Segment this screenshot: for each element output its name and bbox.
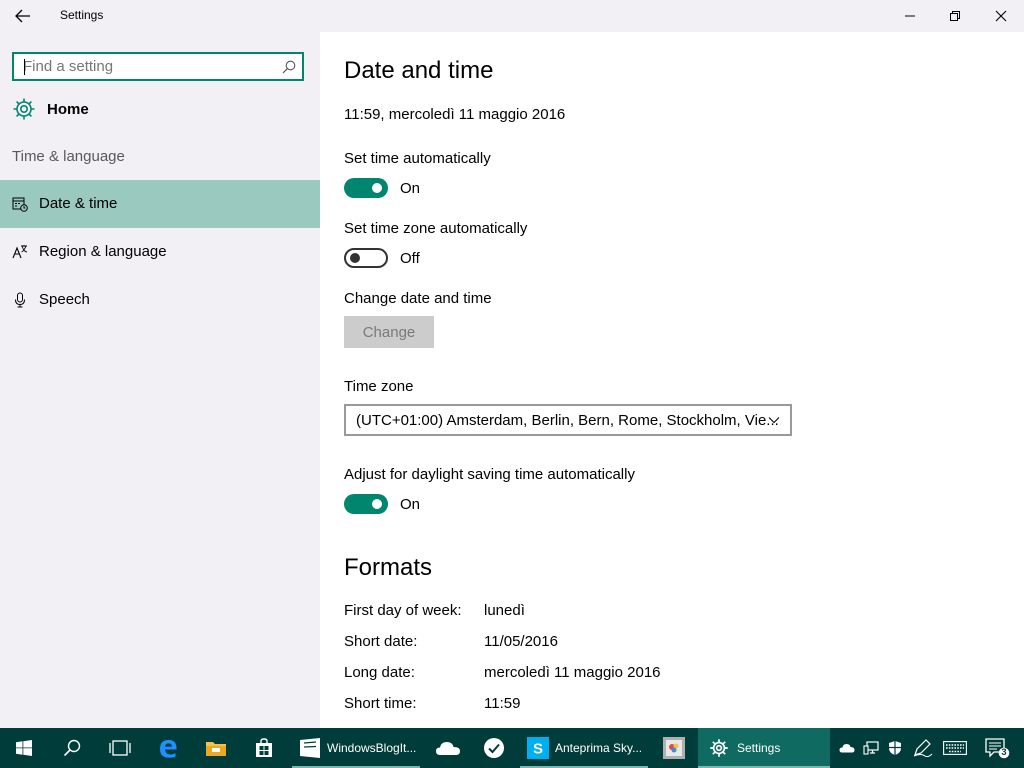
set-time-auto-label: Set time automatically <box>344 150 491 167</box>
text-caret <box>24 59 25 75</box>
start-button[interactable] <box>0 728 48 768</box>
page-title: Date and time <box>344 57 494 84</box>
formats-title: Formats <box>344 554 433 581</box>
paint-icon <box>663 737 685 759</box>
taskbar-app-settings[interactable]: Settings <box>698 728 830 768</box>
microphone-icon <box>15 292 25 308</box>
taskbar-app-label: Settings <box>737 741 781 755</box>
dst-state: On <box>400 496 421 513</box>
check-circle-icon <box>484 738 504 758</box>
keyboard-icon <box>943 741 967 755</box>
action-center-button[interactable]: 3 <box>982 728 1012 768</box>
windows-logo-icon <box>16 740 32 756</box>
sidebar-item-speech[interactable]: Speech <box>0 276 320 324</box>
cloud-icon <box>436 742 460 755</box>
folder-icon <box>206 742 226 756</box>
search-icon <box>63 739 81 757</box>
store-icon <box>256 738 272 757</box>
title-bar: Settings <box>0 0 1024 32</box>
dst-label: Adjust for daylight saving time automati… <box>344 466 635 483</box>
gear-icon <box>13 98 35 120</box>
pen-icon <box>913 739 933 757</box>
current-datetime: 11:59, mercoledì 11 maggio 2016 <box>344 106 566 123</box>
home-label: Home <box>47 100 89 118</box>
format-value: 11/05/2016 <box>484 633 558 650</box>
window-title: Settings <box>60 8 104 22</box>
onedrive-app-button[interactable] <box>424 728 472 768</box>
search-icon[interactable] <box>282 60 296 74</box>
app-window-icon <box>300 738 320 758</box>
change-button[interactable]: Change <box>344 316 434 348</box>
sidebar-item-label: Speech <box>39 291 90 308</box>
taskbar: WindowsBlogIt... S Anteprima Sky... Sett… <box>0 728 1024 768</box>
set-time-auto-toggle[interactable] <box>344 178 388 198</box>
task-view-button[interactable] <box>96 728 144 768</box>
pen-workspace-tray-icon[interactable] <box>910 728 936 768</box>
time-zone-label: Time zone <box>344 378 414 395</box>
svg-text:S: S <box>533 741 543 758</box>
onedrive-tray-icon[interactable] <box>836 728 858 768</box>
edge-button[interactable] <box>144 728 192 768</box>
format-value: mercoledì 11 maggio 2016 <box>484 664 661 681</box>
set-timezone-auto-state: Off <box>400 250 420 267</box>
format-key: Short time: <box>344 695 417 712</box>
defender-tray-icon[interactable] <box>884 728 906 768</box>
sidebar-item-region-language[interactable]: Region & language <box>0 228 320 276</box>
search-box[interactable] <box>12 52 304 81</box>
home-link[interactable]: Home <box>12 95 308 123</box>
format-key: First day of week: <box>344 602 462 619</box>
taskbar-app-label: Anteprima Sky... <box>555 741 643 755</box>
format-key: Long date: <box>344 664 415 681</box>
set-timezone-auto-toggle[interactable] <box>344 248 388 268</box>
time-zone-select[interactable]: (UTC+01:00) Amsterdam, Berlin, Bern, Rom… <box>344 404 792 436</box>
region-language-icon <box>12 245 28 259</box>
chevron-down-icon <box>768 417 780 424</box>
sidebar-item-label: Date & time <box>39 195 118 212</box>
minimize-button[interactable] <box>887 0 933 32</box>
set-time-auto-state: On <box>400 180 421 197</box>
back-button[interactable] <box>8 2 38 30</box>
close-icon <box>995 10 1007 22</box>
close-button[interactable] <box>978 0 1024 32</box>
file-explorer-button[interactable] <box>192 728 240 768</box>
sidebar: Home Time & language Date & time Region … <box>0 32 320 728</box>
dst-toggle[interactable] <box>344 494 388 514</box>
network-tray-icon[interactable] <box>860 728 882 768</box>
store-button[interactable] <box>240 728 288 768</box>
format-value: lunedì <box>484 602 525 619</box>
format-key: Short date: <box>344 633 418 650</box>
minimize-icon <box>905 15 915 17</box>
skype-icon: S <box>527 737 549 759</box>
format-value: 11:59 <box>484 695 521 712</box>
sidebar-item-label: Region & language <box>39 243 167 260</box>
touch-keyboard-tray-icon[interactable] <box>940 728 970 768</box>
edge-icon <box>160 740 177 758</box>
restore-button[interactable] <box>932 0 978 32</box>
paint-app-button[interactable] <box>652 728 696 768</box>
cloud-icon <box>839 744 855 753</box>
change-date-label: Change date and time <box>344 290 492 307</box>
shield-icon <box>889 741 901 755</box>
network-icon <box>863 741 879 755</box>
calendar-clock-icon <box>12 197 28 212</box>
sidebar-item-date-time[interactable]: Date & time <box>0 180 320 228</box>
taskbar-app-windowsblog[interactable]: WindowsBlogIt... <box>292 728 420 768</box>
tasks-app-button[interactable] <box>472 728 516 768</box>
section-label: Time & language <box>12 148 125 165</box>
restore-icon <box>950 11 960 21</box>
back-arrow-icon <box>15 9 30 23</box>
search-button[interactable] <box>48 728 96 768</box>
taskbar-app-skype[interactable]: S Anteprima Sky... <box>520 728 648 768</box>
notification-count-badge: 3 <box>1001 747 1007 757</box>
taskbar-app-label: WindowsBlogIt... <box>327 741 417 755</box>
task-view-icon <box>109 740 131 756</box>
time-zone-value: (UTC+01:00) Amsterdam, Berlin, Bern, Rom… <box>356 412 779 429</box>
set-timezone-auto-label: Set time zone automatically <box>344 220 528 237</box>
search-input[interactable] <box>23 57 273 76</box>
gear-icon <box>710 739 728 757</box>
main-content: Date and time 11:59, mercoledì 11 maggio… <box>320 32 1024 728</box>
